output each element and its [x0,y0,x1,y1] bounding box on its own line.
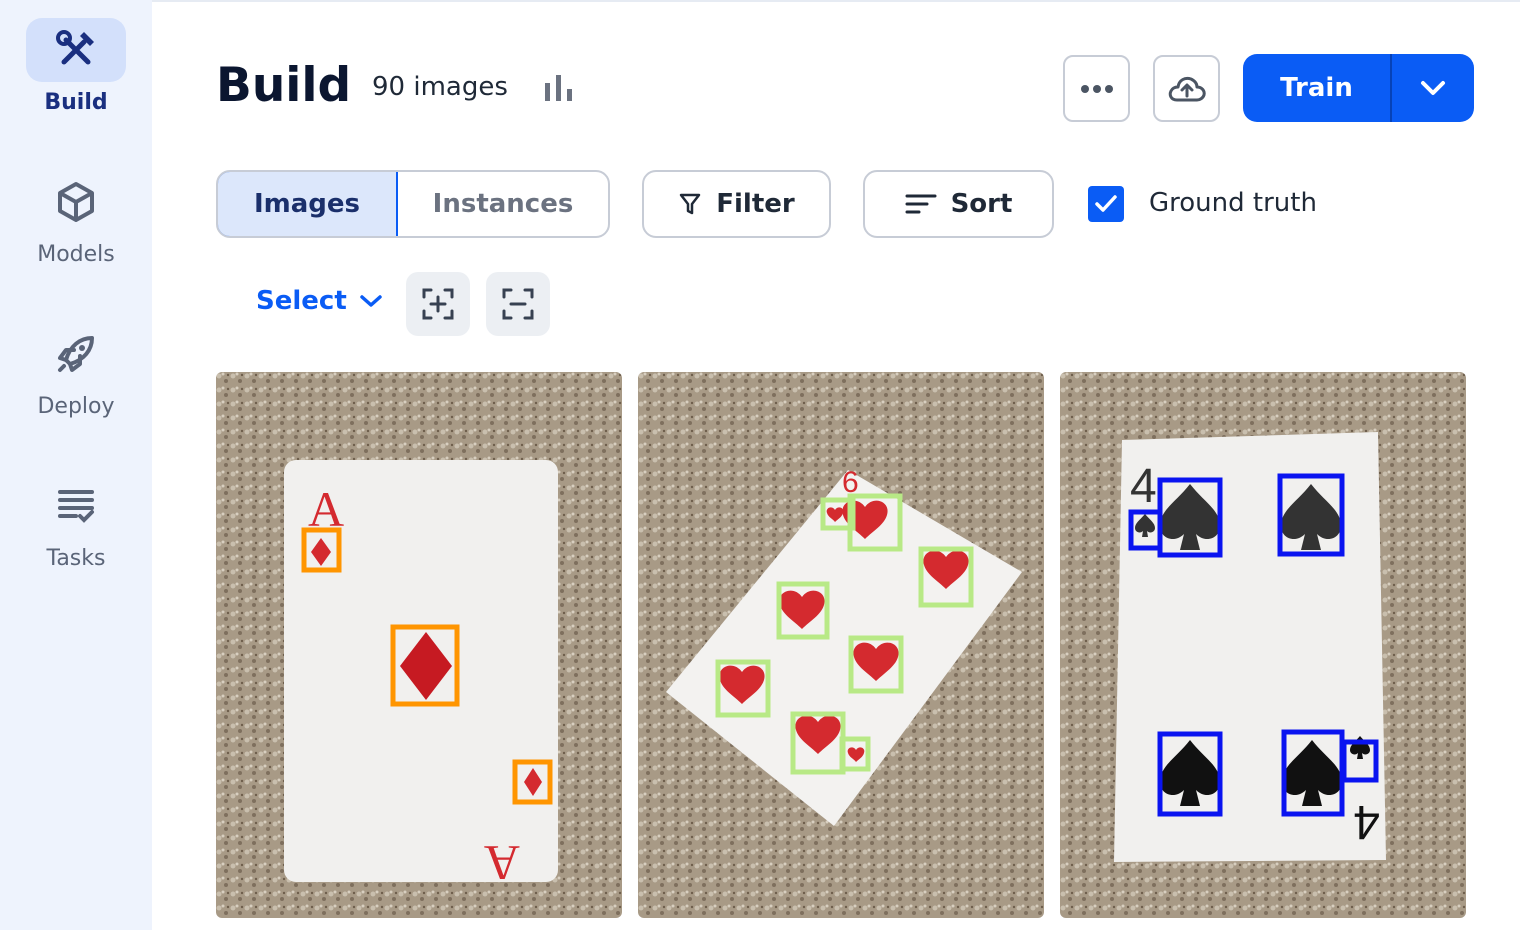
cube-icon [58,182,94,222]
tab-images[interactable]: Images [218,172,398,236]
more-options-button[interactable] [1063,55,1130,122]
select-dropdown[interactable]: Select [256,286,383,316]
sidebar-item-tasks[interactable]: Tasks [0,474,152,571]
sidebar-item-label: Tasks [46,546,106,571]
sidebar-item-deploy[interactable]: Deploy [0,322,152,419]
sidebar-item-models[interactable]: Models [0,170,152,267]
train-label[interactable]: Train [1243,54,1392,122]
sidebar-item-build[interactable]: Build [0,18,152,115]
sidebar-item-label: Deploy [37,394,115,419]
filter-label: Filter [716,189,795,219]
focus-remove-icon [502,288,534,320]
ground-truth-label: Ground truth [1149,188,1317,218]
select-all-button[interactable] [406,272,470,336]
checklist-icon [58,490,94,523]
sort-icon [905,194,937,214]
bar-chart-icon[interactable] [543,73,575,107]
chevron-down-icon [360,295,382,307]
sort-label: Sort [950,189,1013,219]
select-label: Select [256,286,347,316]
cloud-upload-icon [1168,76,1206,101]
filter-button[interactable]: Filter [642,170,831,238]
sidebar: Build Models Deploy Tasks [0,0,152,930]
sidebar-item-label: Build [44,90,108,115]
image-thumbnail[interactable]: 6 [638,372,1044,918]
image-thumbnail[interactable]: A A [216,372,622,918]
playing-card: A A [284,460,558,891]
divider [152,0,1520,2]
sort-button[interactable]: Sort [863,170,1054,238]
chevron-down-icon [1421,81,1445,95]
upload-button[interactable] [1153,55,1220,122]
focus-add-icon [422,288,454,320]
rocket-icon [58,336,94,372]
train-button[interactable]: Train [1243,54,1474,122]
page-title: Build [216,58,352,113]
train-dropdown-toggle[interactable] [1392,54,1474,122]
view-toggle: Images Instances [216,170,610,238]
image-thumbnail[interactable]: 4 4 [1060,372,1466,918]
deselect-all-button[interactable] [486,272,550,336]
sidebar-item-label: Models [37,242,115,267]
tab-instances[interactable]: Instances [398,172,608,236]
ground-truth-checkbox[interactable] [1088,186,1124,222]
image-count: 90 images [372,72,508,102]
filter-icon [680,193,701,215]
playing-card: 4 4 [1114,432,1386,862]
svg-text:4: 4 [1130,460,1157,513]
tools-icon [56,30,94,65]
more-icon [1080,84,1113,93]
checkmark-icon [1095,195,1117,212]
svg-text:A: A [484,835,520,891]
svg-text:4: 4 [1353,795,1380,848]
